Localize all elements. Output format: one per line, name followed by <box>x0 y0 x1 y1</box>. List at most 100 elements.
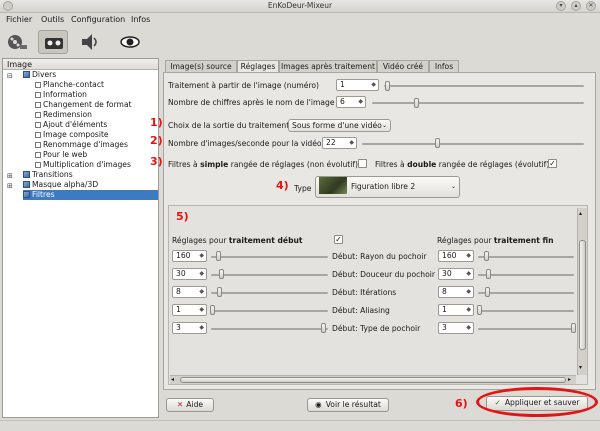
param-start-slider[interactable] <box>211 274 328 276</box>
slider-handle[interactable] <box>219 269 224 279</box>
param-end-spinbox[interactable]: 30 ◆ <box>438 268 474 280</box>
param-start-spinbox[interactable]: 3 ◆ <box>172 322 207 334</box>
tree-item-masque-alpha[interactable]: Masque alpha/3D <box>23 180 98 190</box>
scrollbar-thumb[interactable] <box>579 240 586 350</box>
tree-item-ajout-elements[interactable]: Ajout d'éléments <box>35 120 107 130</box>
tree-item-information[interactable]: Information <box>35 90 87 100</box>
spin-arrows-icon[interactable]: ◆ <box>349 138 354 148</box>
tab-video-cree[interactable]: Vidéo créé <box>377 60 429 72</box>
start-image-slider[interactable] <box>384 85 584 87</box>
tree-item-multiplication[interactable]: Multiplication d'images <box>35 160 131 170</box>
scroll-down-icon[interactable]: ▾ <box>579 364 582 371</box>
menu-configuration[interactable]: Configuration <box>71 15 125 24</box>
param-start-slider[interactable] <box>211 292 328 294</box>
fps-slider[interactable] <box>362 143 584 145</box>
slider-handle[interactable] <box>385 81 390 91</box>
slider-handle[interactable] <box>571 323 576 333</box>
spin-arrows-icon[interactable]: ◆ <box>371 80 376 90</box>
scroll-left-icon[interactable]: ◂ <box>171 376 174 383</box>
preview-button[interactable]: ◉ Voir le résultat <box>307 398 389 412</box>
param-start-spinbox[interactable]: 8 ◆ <box>172 286 207 298</box>
tree-item-redimension[interactable]: Redimension <box>35 110 92 120</box>
slider-handle[interactable] <box>486 269 491 279</box>
spin-arrows-icon[interactable]: ◆ <box>466 269 471 279</box>
param-start-spinbox[interactable]: 30 ◆ <box>172 268 207 280</box>
output-combobox[interactable]: Sous forme d'une vidéo ⌄ <box>288 119 391 132</box>
tape-icon[interactable] <box>38 30 68 54</box>
tree-item-transitions[interactable]: Transitions <box>23 170 73 180</box>
minimize-icon[interactable]: ▾ <box>556 1 566 11</box>
film-reel-icon[interactable] <box>2 30 32 54</box>
param-end-spinbox[interactable]: 1 ◆ <box>438 304 474 316</box>
tab-images-apres[interactable]: Images après traitement <box>279 60 377 72</box>
spin-arrows-icon[interactable]: ◆ <box>466 251 471 261</box>
type-combobox[interactable]: Figuration libre 2 ⌄ <box>315 176 460 198</box>
menu-outils[interactable]: Outils <box>41 15 64 24</box>
tree-item-pour-le-web[interactable]: Pour le web <box>35 150 87 160</box>
tree-item-planche-contact[interactable]: Planche-contact <box>35 80 104 90</box>
param-end-slider[interactable] <box>478 292 574 294</box>
digits-slider[interactable] <box>372 102 584 104</box>
fps-spinbox[interactable]: 22 ◆ <box>322 137 357 149</box>
expand-icon[interactable]: ⊞ <box>7 182 13 190</box>
tree-item-image-composite[interactable]: Image composite <box>35 130 109 140</box>
slider-handle[interactable] <box>321 323 326 333</box>
param-start-slider[interactable] <box>211 310 328 312</box>
menu-infos[interactable]: Infos <box>131 15 150 24</box>
expand-icon[interactable]: ⊞ <box>7 172 13 180</box>
slider-handle[interactable] <box>216 251 221 261</box>
speaker-icon[interactable] <box>75 30 105 54</box>
param-end-spinbox[interactable]: 3 ◆ <box>438 322 474 334</box>
param-start-spinbox[interactable]: 160 ◆ <box>172 250 207 262</box>
spin-arrows-icon[interactable]: ◆ <box>466 323 471 333</box>
start-image-spinbox[interactable]: 1 ◆ <box>336 79 379 91</box>
maximize-icon[interactable]: ▴ <box>571 1 581 11</box>
spin-arrows-icon[interactable]: ◆ <box>199 287 204 297</box>
digits-spinbox[interactable]: 6 ◆ <box>336 96 366 108</box>
tree-item-renommage[interactable]: Renommage d'images <box>35 140 128 150</box>
param-start-spinbox[interactable]: 1 ◆ <box>172 304 207 316</box>
collapse-icon[interactable]: ⊟ <box>7 72 13 80</box>
tree-item-filtres[interactable]: Filtres <box>23 190 158 200</box>
slider-handle[interactable] <box>477 305 482 315</box>
double-filters-checkbox[interactable]: ✓ <box>548 159 557 168</box>
slider-handle[interactable] <box>484 251 489 261</box>
spin-arrows-icon[interactable]: ◆ <box>199 323 204 333</box>
tab-infos[interactable]: Infos <box>429 60 459 72</box>
param-start-slider[interactable] <box>211 256 328 258</box>
param-end-spinbox[interactable]: 160 ◆ <box>438 250 474 262</box>
help-button[interactable]: ✕ Aide <box>166 398 214 412</box>
tree-item-divers[interactable]: Divers <box>23 70 56 80</box>
spin-arrows-icon[interactable]: ◆ <box>199 251 204 261</box>
param-start-slider[interactable] <box>211 328 328 330</box>
tab-images-source[interactable]: Image(s) source <box>165 60 237 72</box>
folder-icon <box>23 71 30 78</box>
scroll-right-icon[interactable]: ▸ <box>568 376 571 383</box>
close-icon[interactable]: ✕ <box>586 1 596 11</box>
param-end-slider[interactable] <box>478 256 574 258</box>
menu-fichier[interactable]: Fichier <box>6 15 32 24</box>
eye-icon[interactable] <box>115 30 145 54</box>
page-icon <box>35 112 41 118</box>
param-end-slider[interactable] <box>478 310 574 312</box>
tree-item-changement-format[interactable]: Changement de format <box>35 100 132 110</box>
vertical-scrollbar[interactable]: ▴ ▾ <box>577 208 587 375</box>
slider-handle[interactable] <box>435 138 440 148</box>
spin-arrows-icon[interactable]: ◆ <box>358 97 363 107</box>
param-end-slider[interactable] <box>478 328 574 330</box>
simple-filters-checkbox[interactable] <box>358 159 367 168</box>
param-end-spinbox[interactable]: 8 ◆ <box>438 286 474 298</box>
spin-arrows-icon[interactable]: ◆ <box>199 305 204 315</box>
scrollbar-thumb[interactable] <box>180 377 566 383</box>
spin-arrows-icon[interactable]: ◆ <box>466 305 471 315</box>
slider-handle[interactable] <box>414 98 419 108</box>
slider-handle[interactable] <box>217 287 222 297</box>
start-settings-checkbox[interactable]: ✓ <box>334 235 343 244</box>
slider-handle[interactable] <box>210 305 215 315</box>
horizontal-scrollbar[interactable]: ◂ ▸ <box>170 375 576 384</box>
slider-handle[interactable] <box>485 287 490 297</box>
spin-arrows-icon[interactable]: ◆ <box>199 269 204 279</box>
spin-arrows-icon[interactable]: ◆ <box>466 287 471 297</box>
scroll-up-icon[interactable]: ▴ <box>579 210 582 217</box>
param-end-slider[interactable] <box>478 274 574 276</box>
